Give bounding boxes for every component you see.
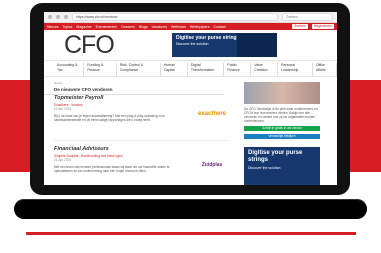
vendor-title[interactable]: Financiaal Adviseurs xyxy=(54,143,229,152)
address-bar[interactable]: https://www.cfo.nl/vendors/ xyxy=(72,13,278,21)
laptop-base xyxy=(14,199,367,219)
back-icon[interactable] xyxy=(48,15,52,19)
browser-toolbar: https://www.cfo.nl/vendors/ Zoeken xyxy=(44,12,337,23)
category-item[interactable]: Digital Transformation xyxy=(188,63,225,76)
header-banner-ad[interactable]: Digitise your purse strings Discover the… xyxy=(172,33,277,57)
nav-item[interactable]: Blogs xyxy=(139,25,148,29)
reload-icon[interactable] xyxy=(64,15,68,19)
category-item[interactable]: Accounting & Tax xyxy=(54,63,85,76)
vendor-card[interactable]: Topmeister Payroll Exacthere - Vendors 2… xyxy=(54,92,229,141)
vendor-list: Topmeister Payroll Exacthere - Vendors 2… xyxy=(54,92,229,185)
nav-item[interactable]: Whitepapers xyxy=(190,25,210,29)
vendor-description: Bij u de baas van je eigen automatiserin… xyxy=(54,114,165,122)
sidebar: De CFO Vendorlijst is dé plek waar onder… xyxy=(244,82,320,185)
sidebar-ad-title: Digitise your purse strings xyxy=(248,150,303,163)
cfo-logo[interactable]: CFO xyxy=(64,32,115,58)
sidebar-image xyxy=(244,82,320,104)
nav-item[interactable]: Vacatures xyxy=(152,25,168,29)
nav-item[interactable]: Dossiers xyxy=(121,25,135,29)
category-item[interactable]: Office Affairs xyxy=(313,63,337,76)
nav-item[interactable]: Contact xyxy=(213,25,225,29)
vendor-signup-button[interactable]: Schrijf je gratis in als vendor xyxy=(244,126,320,131)
category-item[interactable]: Funding & Finance xyxy=(84,63,117,76)
vendor-title[interactable]: Topmeister Payroll xyxy=(54,92,229,101)
laptop-base-accent xyxy=(26,232,356,235)
forward-icon[interactable] xyxy=(56,15,60,19)
register-button[interactable]: Registreren xyxy=(311,24,334,29)
sidebar-ad[interactable]: Digitise your purse strings Discover the… xyxy=(244,147,320,185)
category-item[interactable]: Risk, Control & Compliance xyxy=(117,63,161,76)
nav-item[interactable]: Topics xyxy=(62,25,72,29)
sidebar-text: De CFO Vendorlijst is dé plek waar onder… xyxy=(244,107,318,123)
vendor-description: Met een team van ervaren professionals s… xyxy=(54,165,170,173)
sidebar-ad-subtitle: Discover the solution xyxy=(248,166,281,170)
vendor-logo[interactable]: exacthere xyxy=(195,108,229,120)
vendor-card[interactable]: Financiaal Adviseurs Simpele Zuidplas - … xyxy=(54,143,229,185)
category-item[interactable]: Public Finance xyxy=(224,63,252,76)
nav-item[interactable]: Evenementen xyxy=(96,25,118,29)
nav-item[interactable]: Nieuws xyxy=(47,25,58,29)
category-item[interactable]: Value Creation xyxy=(251,63,279,76)
vendor-logo[interactable]: Zuidplas xyxy=(195,159,229,171)
banner-image xyxy=(237,33,277,57)
laptop-screen: https://www.cfo.nl/vendors/ Zoeken Nieuw… xyxy=(44,12,337,185)
category-item[interactable]: Human Capital xyxy=(161,63,188,76)
category-item[interactable]: Personal Leadership xyxy=(278,63,313,76)
site-header: CFO Digitise your purse strings Discover… xyxy=(44,30,337,61)
browser-search[interactable]: Zoeken xyxy=(282,13,333,21)
vendor-list-button[interactable]: Vendorlijst bekijken xyxy=(244,134,320,139)
site-top-nav: Nieuws Topics Magazine Evenementen Dossi… xyxy=(44,23,337,30)
nav-item[interactable]: Webinars xyxy=(171,25,186,29)
category-nav: Accounting & Tax Funding & Finance Risk,… xyxy=(44,61,337,77)
nav-item[interactable]: Magazine xyxy=(76,25,91,29)
site-search-button[interactable]: Zoeken xyxy=(292,24,308,29)
